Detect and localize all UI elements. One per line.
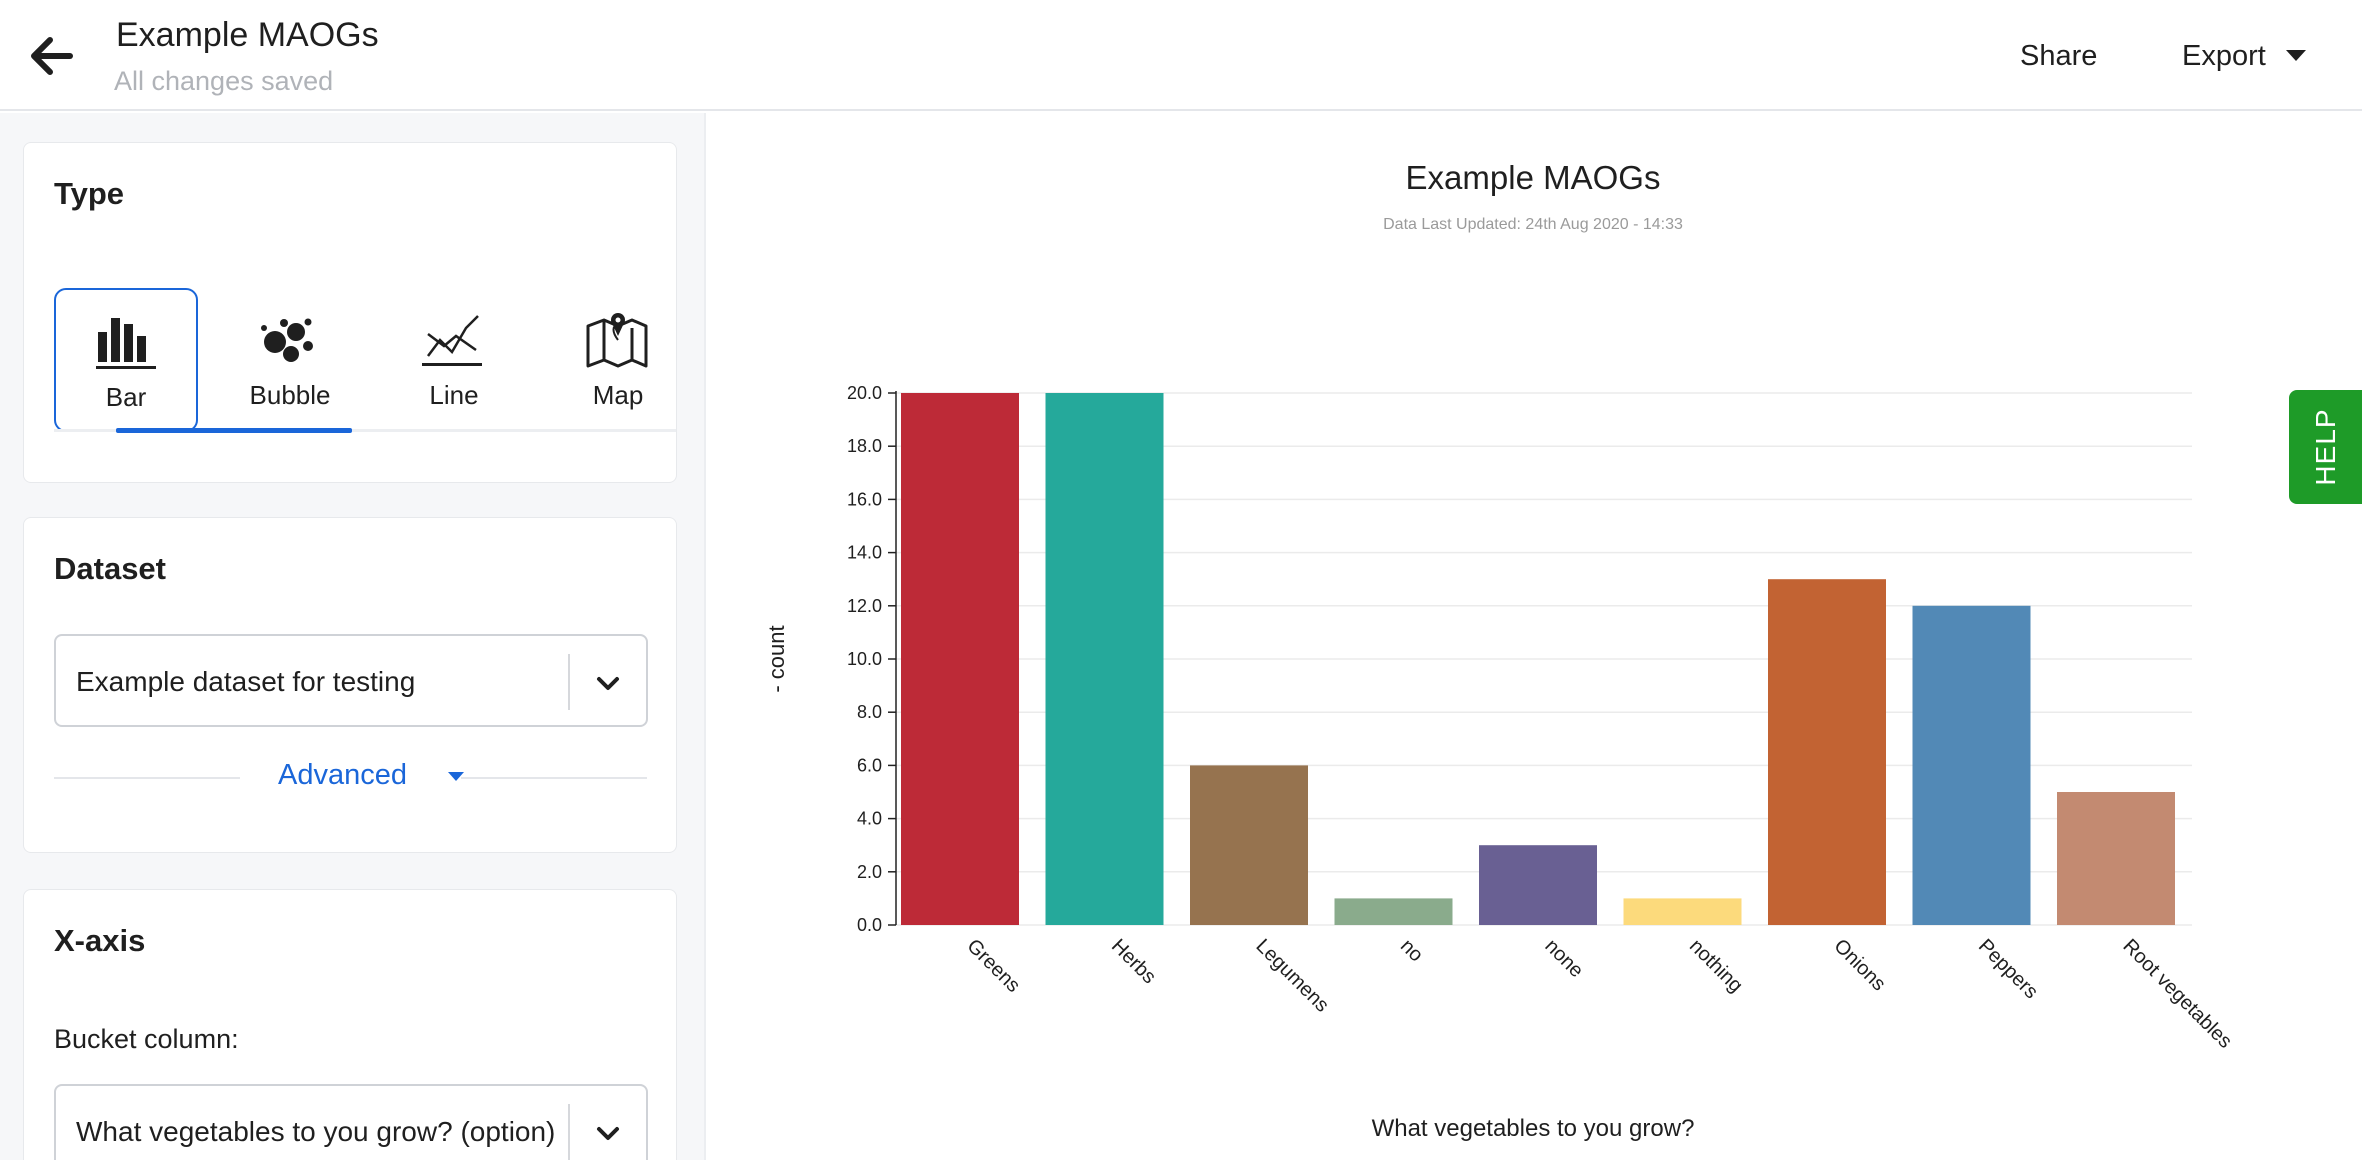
- bucket-column-select[interactable]: What vegetables to you grow? (option): [54, 1084, 648, 1160]
- y-tick-label: 10.0: [847, 649, 882, 669]
- y-tick-label: 16.0: [847, 489, 882, 509]
- dataset-select-value: Example dataset for testing: [76, 666, 416, 697]
- x-tick-label: no: [1396, 935, 1427, 966]
- chevron-down-icon[interactable]: [594, 1120, 622, 1148]
- map-icon: [586, 313, 648, 368]
- x-tick-label: Legumens: [1251, 935, 1333, 1017]
- y-tick-label: 6.0: [857, 755, 882, 775]
- bar: [1768, 579, 1886, 925]
- chart-type-bar[interactable]: Bar: [54, 288, 198, 432]
- bubble-chart-icon: [261, 318, 313, 362]
- y-tick-label: 8.0: [857, 702, 882, 722]
- select-divider: [568, 1104, 570, 1160]
- divider: [54, 777, 240, 779]
- y-tick-label: 12.0: [847, 596, 882, 616]
- help-label: HELP: [2309, 408, 2341, 486]
- type-card: Type Bar Bubble Line Map: [23, 142, 677, 483]
- bar: [1479, 845, 1597, 925]
- advanced-toggle[interactable]: Advanced: [278, 759, 407, 792]
- bar: [901, 393, 1019, 925]
- bar: [1623, 898, 1742, 925]
- chart-type-bubble[interactable]: Bubble: [218, 288, 362, 432]
- y-axis-title: - count: [764, 625, 789, 692]
- settings-sidebar: Type Bar Bubble Line Map Dataset Example…: [0, 113, 706, 1160]
- x-tick-label: Root vegetables: [2118, 935, 2236, 1053]
- x-axis-title: What vegetables to you grow?: [1372, 1115, 1695, 1142]
- x-tick-label: Greens: [962, 935, 1024, 997]
- y-tick-label: 4.0: [857, 809, 882, 829]
- xaxis-card: X-axis Bucket column: What vegetables to…: [23, 889, 677, 1160]
- line-chart-icon: [422, 315, 482, 366]
- x-tick-label: Peppers: [1974, 935, 2042, 1003]
- bar: [1190, 765, 1308, 925]
- back-arrow-icon[interactable]: [30, 36, 74, 76]
- chart-type-label: Bubble: [249, 380, 331, 410]
- chart-type-label: Bar: [105, 382, 147, 412]
- top-bar: Example MAOGs All changes saved Share Ex…: [0, 0, 2362, 111]
- x-tick-label: Onions: [1829, 935, 1889, 995]
- bar: [2057, 792, 2175, 925]
- chart-type-label: Line: [429, 380, 479, 410]
- x-tick-label: nothing: [1685, 935, 1747, 997]
- y-tick-label: 2.0: [857, 862, 882, 882]
- bar-chart: 0.0 2.0 4.0 6.0 8.0 10.0 12.0 14.0 16.0 18.0 20.0 G…: [764, 383, 2236, 1142]
- y-tick-label: 0.0: [857, 915, 882, 935]
- bar: [1045, 393, 1164, 925]
- divider: [461, 777, 647, 779]
- select-divider: [568, 654, 570, 710]
- chart-type-map[interactable]: Map: [546, 288, 676, 432]
- dataset-card-title: Dataset: [54, 551, 166, 586]
- bar: [1334, 898, 1453, 925]
- bucket-column-label: Bucket column:: [54, 1024, 239, 1054]
- caret-down-icon[interactable]: [2286, 50, 2306, 61]
- y-tick-label: 20.0: [847, 383, 882, 403]
- help-button[interactable]: HELP: [2289, 390, 2362, 504]
- bar: [1912, 605, 2031, 925]
- bar-chart-icon: [96, 318, 156, 369]
- save-status: All changes saved: [114, 66, 334, 96]
- x-tick-label: Herbs: [1107, 935, 1160, 988]
- x-tick-label: none: [1540, 935, 1587, 982]
- export-button[interactable]: Export: [2182, 40, 2266, 73]
- document-title[interactable]: Example MAOGs: [116, 16, 379, 55]
- y-tick-label: 18.0: [847, 436, 882, 456]
- type-card-title: Type: [54, 176, 125, 211]
- bucket-column-value: What vegetables to you grow? (option): [76, 1116, 556, 1147]
- chart-type-line[interactable]: Line: [382, 288, 526, 432]
- share-button[interactable]: Share: [2020, 40, 2097, 73]
- y-tick-label: 14.0: [847, 543, 882, 563]
- type-scroll-indicator[interactable]: [116, 428, 352, 433]
- chart-type-label: Map: [592, 380, 644, 410]
- dataset-select[interactable]: Example dataset for testing: [54, 634, 648, 727]
- dataset-card: Dataset Example dataset for testing Adva…: [23, 517, 677, 853]
- chart-canvas: Example MAOGs Data Last Updated: 24th Au…: [708, 113, 2362, 1160]
- xaxis-card-title: X-axis: [54, 923, 146, 958]
- chevron-down-icon[interactable]: [594, 670, 622, 698]
